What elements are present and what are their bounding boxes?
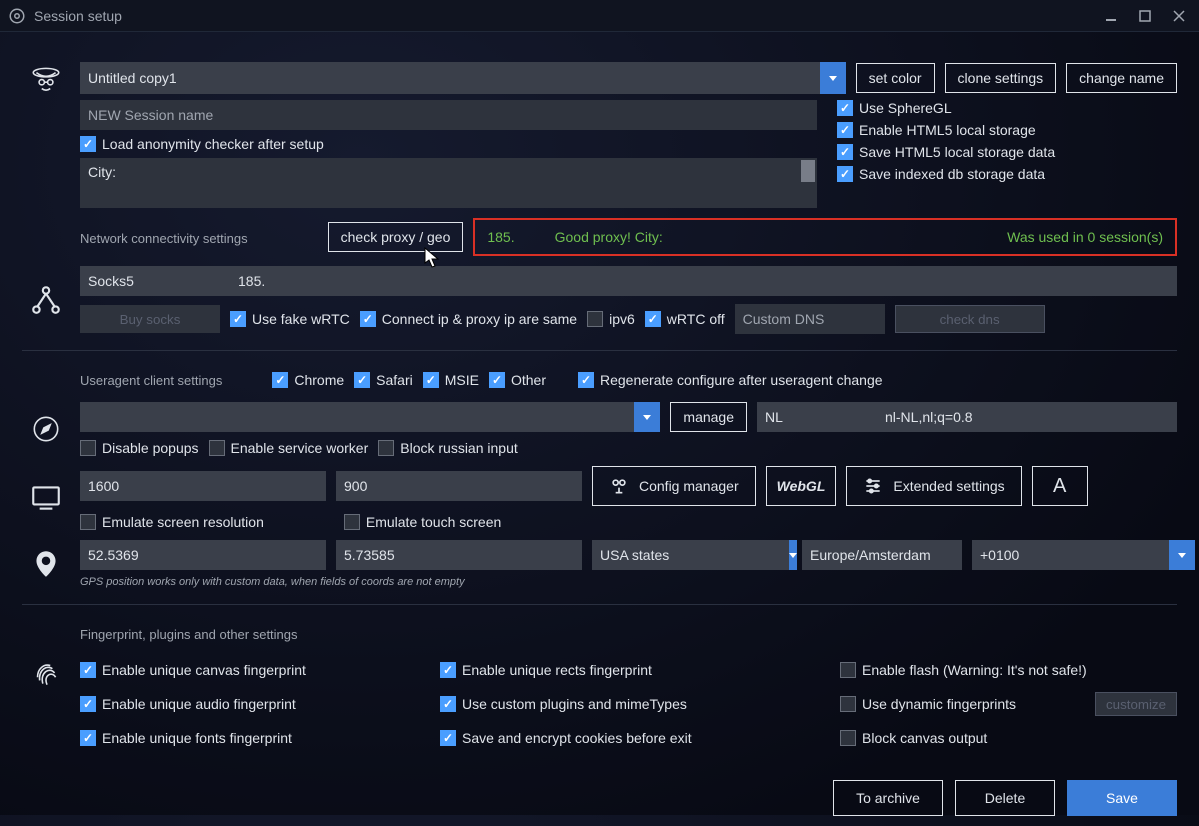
gps-note: GPS position works only with custom data… (80, 576, 1195, 588)
config-icon (609, 476, 629, 496)
lon-input[interactable] (336, 540, 582, 570)
dynamic-fp-checkbox[interactable]: Use dynamic fingerprints (840, 696, 1016, 712)
useragent-arrow[interactable] (634, 402, 660, 432)
disable-popups-checkbox[interactable]: Disable popups (80, 440, 199, 456)
msie-checkbox[interactable]: MSIE (423, 372, 479, 388)
use-fake-wrtc-checkbox[interactable]: Use fake wRTC (230, 311, 350, 327)
lat-input[interactable] (80, 540, 326, 570)
load-anonymity-checkbox[interactable]: Load anonymity checker after setup (80, 136, 817, 152)
connect-same-checkbox[interactable]: Connect ip & proxy ip are same (360, 311, 577, 327)
screen-width-input[interactable] (80, 471, 326, 501)
scrollbar-handle[interactable] (801, 160, 815, 182)
session-select-arrow[interactable] (820, 62, 846, 94)
tz-input[interactable] (802, 540, 962, 570)
cookies-checkbox[interactable]: Save and encrypt cookies before exit (440, 730, 820, 746)
region-select[interactable] (592, 540, 789, 570)
delete-button[interactable]: Delete (955, 780, 1055, 816)
config-manager-button[interactable]: Config manager (592, 466, 756, 506)
save-button[interactable]: Save (1067, 780, 1177, 816)
regen-checkbox[interactable]: Regenerate configure after useragent cha… (578, 372, 883, 388)
manage-button[interactable]: manage (670, 402, 747, 432)
screen-height-input[interactable] (336, 471, 582, 501)
safari-checkbox[interactable]: Safari (354, 372, 413, 388)
app-icon (8, 7, 26, 25)
fonts-fp-checkbox[interactable]: Enable unique fonts fingerprint (80, 730, 420, 746)
emulate-touch-checkbox[interactable]: Emulate touch screen (344, 514, 501, 530)
block-canvas-checkbox[interactable]: Block canvas output (840, 730, 1177, 746)
block-ru-checkbox[interactable]: Block russian input (378, 440, 518, 456)
fingerprint-section-label: Fingerprint, plugins and other settings (80, 627, 1177, 642)
set-color-button[interactable]: set color (856, 63, 935, 93)
offset-arrow[interactable] (1169, 540, 1195, 570)
chrome-checkbox[interactable]: Chrome (272, 372, 344, 388)
other-checkbox[interactable]: Other (489, 372, 546, 388)
audio-fp-checkbox[interactable]: Enable unique audio fingerprint (80, 692, 420, 716)
change-name-button[interactable]: change name (1066, 63, 1177, 93)
flash-checkbox[interactable]: Enable flash (Warning: It's not safe!) (840, 662, 1177, 678)
customize-button[interactable]: customize (1095, 692, 1177, 716)
emulate-res-checkbox[interactable]: Emulate screen resolution (80, 514, 264, 530)
ipv6-checkbox[interactable]: ipv6 (587, 311, 635, 327)
network-icon (22, 283, 70, 317)
profile-icon (22, 62, 70, 96)
clone-settings-button[interactable]: clone settings (945, 63, 1057, 93)
proxy-status-box: 185. Good proxy! City: Was used in 0 ses… (473, 218, 1177, 256)
minimize-button[interactable] (1099, 4, 1123, 28)
compass-icon (22, 412, 70, 446)
close-button[interactable] (1167, 4, 1191, 28)
use-spheregl-checkbox[interactable]: Use SphereGL (837, 100, 1177, 116)
network-section-label: Network connectivity settings (80, 231, 248, 246)
buy-socks-button[interactable]: Buy socks (80, 305, 220, 333)
new-session-name-input[interactable] (80, 100, 817, 130)
status-ip: 185. (487, 229, 514, 245)
canvas-fp-checkbox[interactable]: Enable unique canvas fingerprint (80, 662, 420, 678)
webgl-button[interactable]: WebGL (766, 466, 837, 506)
save-indexed-db-checkbox[interactable]: Save indexed db storage data (837, 166, 1177, 182)
location-icon (22, 547, 70, 581)
proxy-address-input[interactable] (230, 266, 1177, 296)
useragent-section-label: Useragent client settings (80, 373, 222, 388)
save-html5-ls-checkbox[interactable]: Save HTML5 local storage data (837, 144, 1177, 160)
enable-sw-checkbox[interactable]: Enable service worker (209, 440, 369, 456)
city-label: City: (88, 164, 116, 180)
monitor-icon (22, 481, 70, 515)
rects-fp-checkbox[interactable]: Enable unique rects fingerprint (440, 662, 820, 678)
status-used: Was used in 0 session(s) (1007, 229, 1163, 245)
session-select[interactable] (80, 62, 820, 94)
status-msg: Good proxy! City: (555, 229, 663, 245)
enable-html5-ls-checkbox[interactable]: Enable HTML5 local storage (837, 122, 1177, 138)
offset-select[interactable] (972, 540, 1169, 570)
accept-lang-input[interactable] (877, 402, 1177, 432)
region-arrow[interactable] (789, 540, 797, 570)
custom-dns-input[interactable] (735, 304, 885, 334)
city-textarea[interactable]: City: (80, 158, 817, 208)
sliders-icon (863, 476, 883, 496)
titlebar: Session setup (0, 0, 1199, 32)
check-proxy-button[interactable]: check proxy / geo (328, 222, 464, 252)
fingerprint-icon (22, 656, 70, 690)
plugins-checkbox[interactable]: Use custom plugins and mimeTypes (440, 692, 820, 716)
check-dns-button[interactable]: check dns (895, 305, 1045, 333)
useragent-select[interactable] (80, 402, 634, 432)
window-title: Session setup (34, 8, 122, 24)
font-button[interactable]: A (1032, 466, 1088, 506)
maximize-button[interactable] (1133, 4, 1157, 28)
to-archive-button[interactable]: To archive (833, 780, 943, 816)
extended-settings-button[interactable]: Extended settings (846, 466, 1021, 506)
wrtc-off-checkbox[interactable]: wRTC off (645, 311, 725, 327)
